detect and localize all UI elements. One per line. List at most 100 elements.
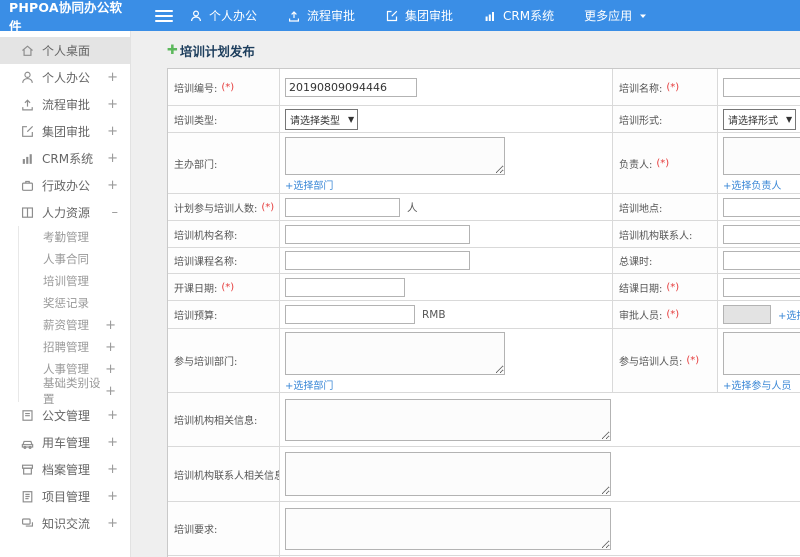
- sidebar-item-label: 集团审批: [42, 125, 91, 139]
- training-no-input[interactable]: [285, 77, 417, 97]
- nav-more-apps[interactable]: 更多应用: [584, 7, 648, 24]
- expand-plus[interactable]: +: [105, 319, 116, 332]
- sidebar-item-official-docs[interactable]: 公文管理 +: [0, 402, 130, 429]
- label-end-date: 结课日期: (*): [613, 274, 718, 300]
- sidebar-item-label: 档案管理: [42, 463, 91, 477]
- sidebar-item-label: 个人办公: [42, 71, 91, 85]
- sidebar-item-personal-office[interactable]: 个人办公 +: [0, 64, 130, 91]
- select-approver-link[interactable]: +选择审批人员: [778, 307, 800, 322]
- org-name-input[interactable]: [285, 224, 470, 244]
- field-total-hours: [718, 248, 800, 273]
- approver-input[interactable]: [723, 305, 771, 324]
- sidebar-item-admin-office[interactable]: 行政办公 +: [0, 172, 130, 199]
- total-hours-input[interactable]: [723, 251, 800, 270]
- host-dept-textarea[interactable]: [285, 137, 505, 175]
- label-training-form: 培训形式:: [613, 106, 718, 132]
- sidebar-item-crm-system[interactable]: CRM系统 +: [0, 145, 130, 172]
- collapse-minus[interactable]: –: [112, 206, 119, 219]
- join-depts-textarea[interactable]: [285, 332, 505, 375]
- sidebar-item-knowledge-exchange[interactable]: 知识交流 +: [0, 510, 130, 537]
- course-name-input[interactable]: [285, 251, 470, 270]
- sidebar-item-label: 项目管理: [42, 490, 91, 504]
- planned-count-input[interactable]: [285, 197, 400, 217]
- label-org-name: 培训机构名称:: [168, 221, 280, 247]
- expand-plus[interactable]: +: [107, 179, 118, 192]
- training-type-select[interactable]: 请选择类型 ▼: [285, 108, 359, 130]
- required-marker: (*): [221, 281, 235, 293]
- form-row: 培训机构相关信息:: [168, 393, 800, 447]
- page-title-text: 培训计划发布: [179, 44, 255, 59]
- hamburger-menu-icon[interactable]: [155, 7, 173, 25]
- label-course-name: 培训课程名称:: [168, 248, 280, 273]
- sidebar-subitem-attendance[interactable]: 考勤管理: [19, 226, 130, 248]
- sidebar-subitem-base-categories[interactable]: 基础类别设置 +: [19, 376, 130, 406]
- expand-plus[interactable]: +: [105, 385, 116, 398]
- sidebar-item-group-approval[interactable]: 集团审批 +: [0, 118, 130, 145]
- sidebar-subitem-rewards[interactable]: 奖惩记录: [19, 292, 130, 314]
- expand-plus[interactable]: +: [107, 71, 118, 84]
- select-dept-link[interactable]: +选择部门: [285, 377, 333, 392]
- budget-input[interactable]: [285, 305, 415, 324]
- expand-plus[interactable]: +: [107, 98, 118, 111]
- field-training-form: 请选择形式 ▼: [718, 106, 800, 132]
- sidebar-item-workflow-approval[interactable]: 流程审批 +: [0, 91, 130, 118]
- form-row: 参与培训部门: +选择部门 参与培训人员: (*) +选择参与人员: [168, 329, 800, 393]
- expand-plus[interactable]: +: [105, 363, 116, 376]
- label-budget: 培训预算:: [168, 301, 280, 328]
- location-input[interactable]: [723, 197, 800, 217]
- field-course-name: [280, 248, 613, 273]
- expand-plus[interactable]: +: [107, 436, 118, 449]
- sidebar-subitem-training[interactable]: 培训管理: [19, 270, 130, 292]
- sidebar-item-vehicle-mgmt[interactable]: 用车管理 +: [0, 429, 130, 456]
- required-marker: (*): [221, 81, 235, 93]
- sidebar-item-project-mgmt[interactable]: 项目管理 +: [0, 483, 130, 510]
- sidebar-subitem-salary[interactable]: 薪资管理 +: [19, 314, 130, 336]
- expand-plus[interactable]: +: [107, 409, 118, 422]
- org-contact-input[interactable]: [723, 224, 800, 244]
- nav-crm-system[interactable]: CRM系统: [483, 7, 554, 24]
- label-training-name: 培训名称: (*): [613, 69, 718, 105]
- field-org-contact: [718, 221, 800, 247]
- start-date-input[interactable]: [285, 277, 405, 297]
- leader-textarea[interactable]: [723, 137, 800, 175]
- sidebar-subitem-hr-contract[interactable]: 人事合同: [19, 248, 130, 270]
- join-people-textarea[interactable]: [723, 332, 800, 375]
- end-date-input[interactable]: [723, 277, 800, 297]
- training-name-input[interactable]: [723, 77, 800, 97]
- upload-icon: [20, 97, 35, 112]
- edit-icon: [385, 9, 399, 23]
- sidebar-subitem-label: 人事合同: [43, 252, 89, 266]
- sidebar-item-human-resources[interactable]: 人力资源 –: [0, 199, 130, 226]
- expand-plus[interactable]: +: [107, 125, 118, 138]
- org-contact-info-textarea[interactable]: [285, 452, 611, 496]
- org-info-textarea[interactable]: [285, 398, 611, 441]
- required-marker: (*): [666, 309, 680, 320]
- expand-plus[interactable]: +: [107, 490, 118, 503]
- label-start-date: 开课日期: (*): [168, 274, 280, 300]
- app-brand: PHPOA协同办公软件: [9, 0, 123, 34]
- training-form-select[interactable]: 请选择形式 ▼: [723, 108, 797, 130]
- briefcase-icon: [20, 178, 35, 193]
- form-row: 培训编号:(*) 培训名称:(*): [168, 69, 800, 106]
- expand-plus[interactable]: +: [105, 341, 116, 354]
- sidebar-subitem-recruitment[interactable]: 招聘管理 +: [19, 336, 130, 358]
- select-participants-link[interactable]: +选择参与人员: [723, 377, 791, 392]
- nav-personal-office[interactable]: 个人办公: [189, 7, 257, 24]
- nav-workflow-approval[interactable]: 流程审批: [287, 7, 355, 24]
- chat-icon: [20, 516, 35, 531]
- requirements-textarea[interactable]: [285, 507, 611, 550]
- expand-plus[interactable]: +: [107, 517, 118, 530]
- select-dept-link[interactable]: +选择部门: [285, 177, 333, 192]
- select-leader-link[interactable]: +选择负责人: [723, 177, 781, 192]
- expand-plus[interactable]: +: [107, 463, 118, 476]
- sidebar-item-personal-desktop[interactable]: 个人桌面: [0, 37, 130, 64]
- sidebar-item-archives[interactable]: 档案管理 +: [0, 456, 130, 483]
- select-caret-icon: ▼: [786, 114, 793, 124]
- nav-group-approval[interactable]: 集团审批: [385, 7, 453, 24]
- form-row: 培训类型: 请选择类型 ▼ 培训形式: 请选择形式 ▼: [168, 106, 800, 133]
- field-start-date: [280, 274, 613, 300]
- nav-label: 更多应用: [584, 9, 633, 23]
- field-join-depts: +选择部门: [280, 329, 613, 392]
- expand-plus[interactable]: +: [107, 152, 118, 165]
- label-host-dept: 主办部门:: [168, 133, 280, 193]
